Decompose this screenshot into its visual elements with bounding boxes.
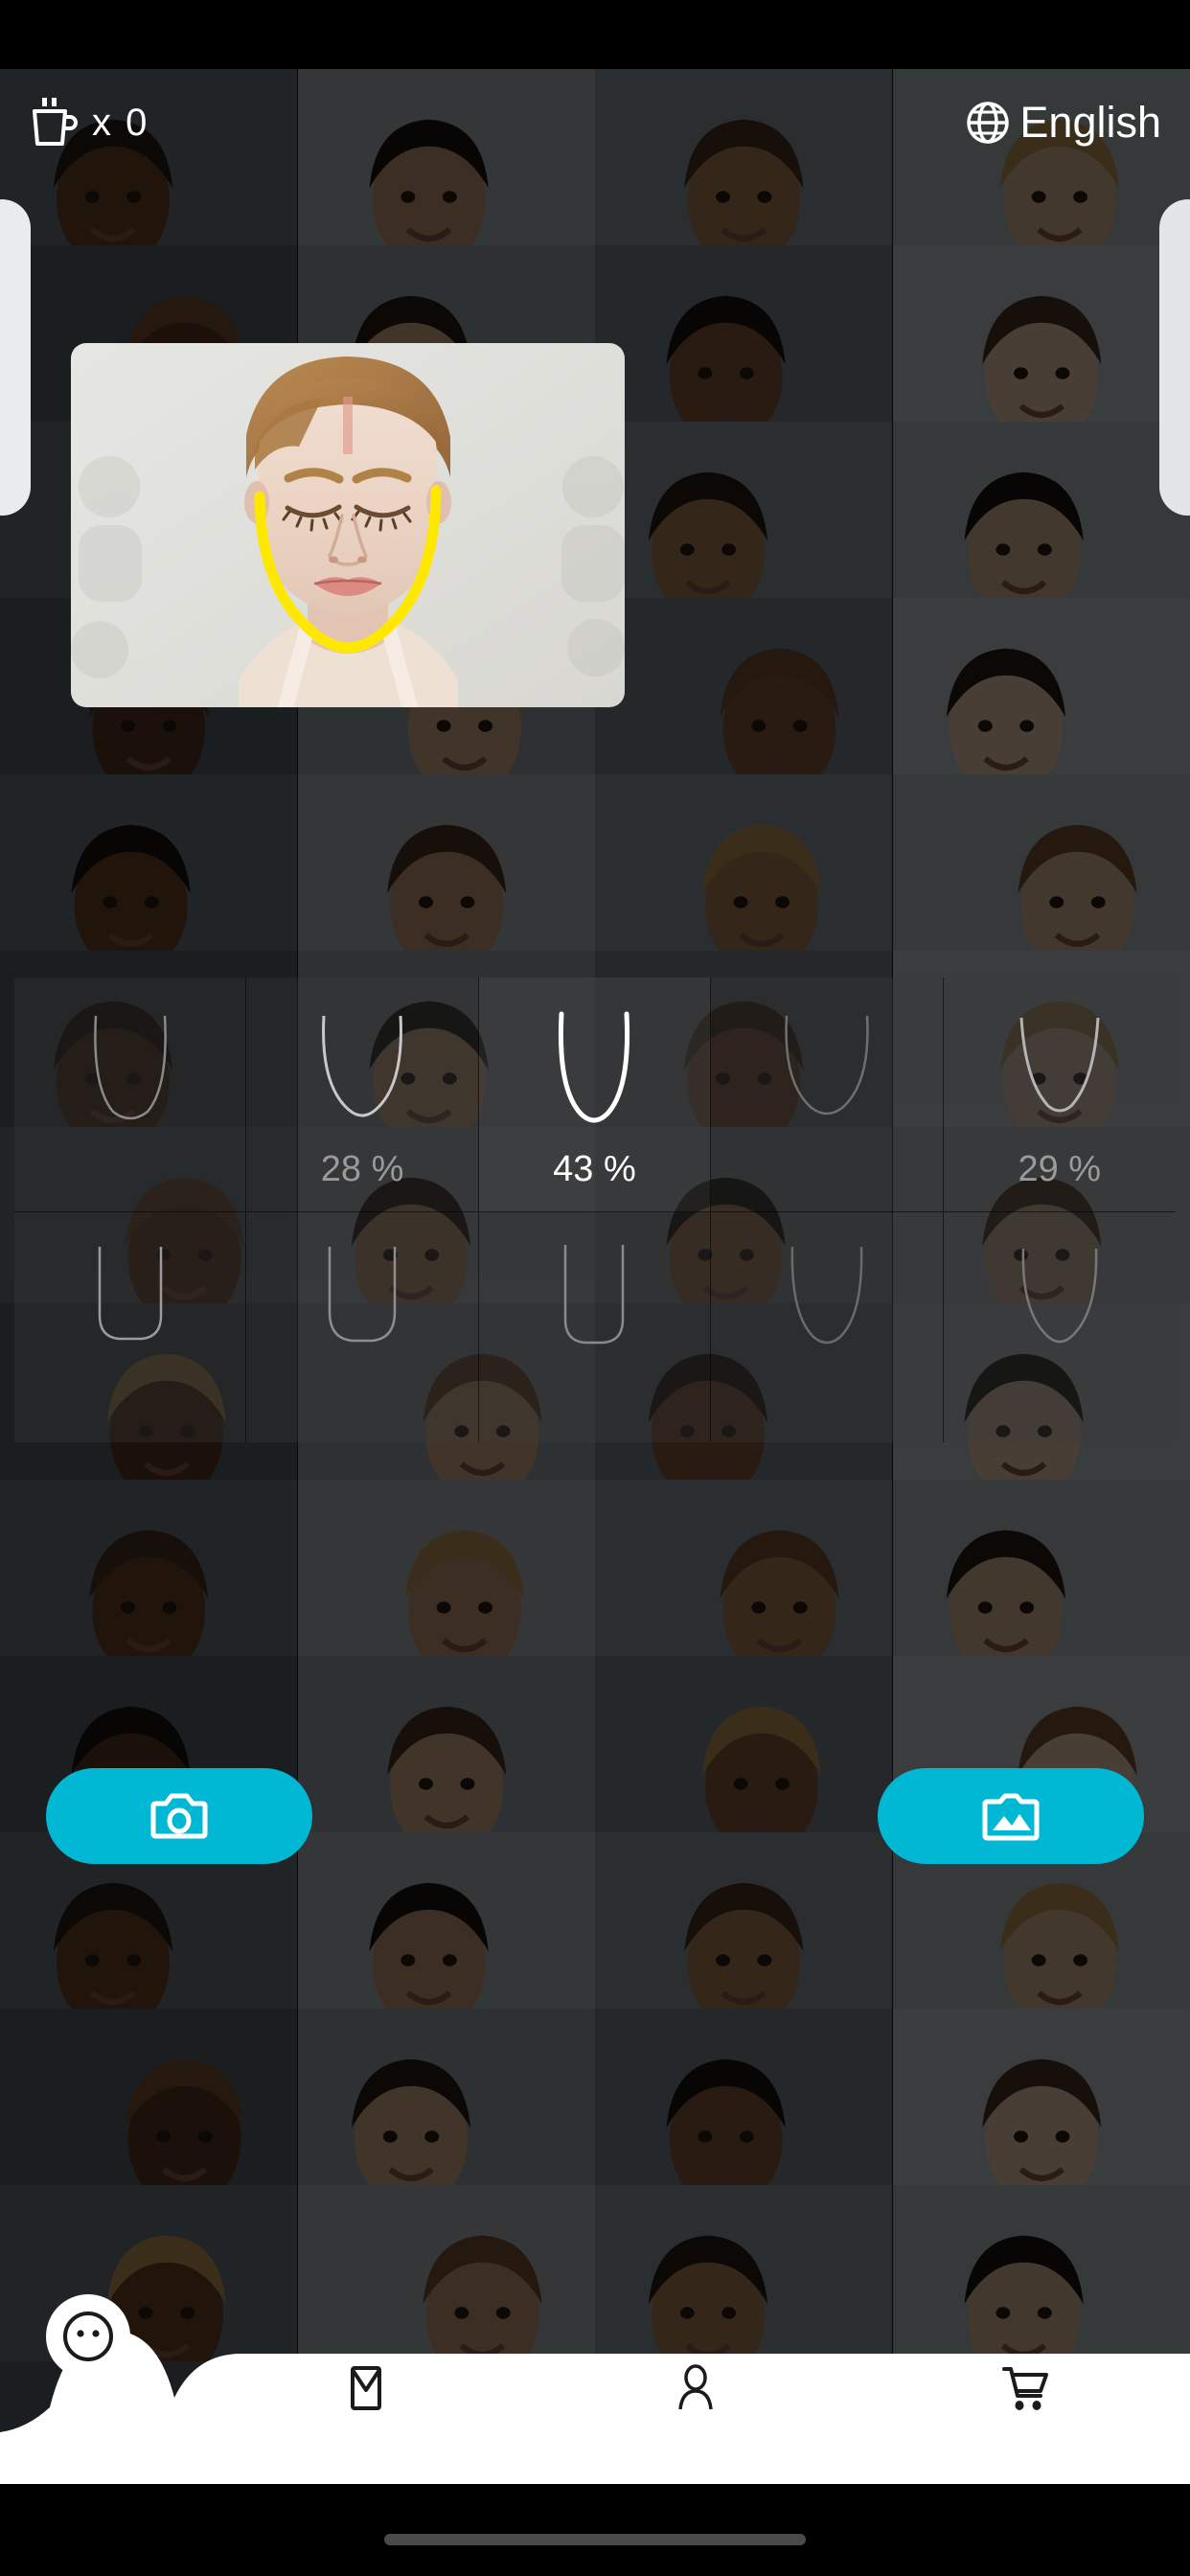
jaw-shape-cell[interactable] xyxy=(14,1212,247,1442)
jaw-shape-percent: 43 % xyxy=(553,1149,636,1189)
coffee-cup-icon xyxy=(29,96,79,150)
carousel-card-right[interactable] xyxy=(1159,199,1190,516)
face-photo-render xyxy=(71,343,625,707)
jaw-shape-heart-icon xyxy=(993,1233,1127,1382)
face-photo-preview[interactable] xyxy=(71,343,625,707)
jaw-shape-square-icon xyxy=(63,1233,197,1382)
action-button-row xyxy=(0,1768,1190,1926)
mail-icon xyxy=(351,2366,381,2410)
home-indicator-bar[interactable] xyxy=(384,2534,806,2545)
app-header: x 0 English xyxy=(0,69,1190,176)
globe-icon xyxy=(966,101,1010,145)
jaw-shape-soft-v-icon xyxy=(993,999,1127,1147)
jaw-shape-cell[interactable] xyxy=(711,978,944,1212)
carousel-card-left[interactable] xyxy=(0,199,31,516)
system-status-bar-top xyxy=(0,0,1190,69)
jaw-shape-percent: 29 % xyxy=(1018,1149,1102,1189)
nav-item-list xyxy=(0,2312,1190,2465)
jaw-shape-cell[interactable]: 29 % xyxy=(943,978,1176,1212)
nav-mail[interactable] xyxy=(201,2312,531,2465)
face-smiley-icon xyxy=(63,2312,113,2361)
jaw-shape-cell[interactable] xyxy=(246,1212,479,1442)
person-icon xyxy=(678,2364,713,2410)
face-scan-fab[interactable] xyxy=(46,2294,130,2379)
jaw-shape-cell-selected[interactable]: 43 % xyxy=(478,978,712,1212)
bottom-navigation-bar xyxy=(0,2294,1190,2484)
jaw-shape-narrow-icon xyxy=(63,999,197,1147)
jaw-shape-oval-icon xyxy=(760,999,894,1147)
cart-icon xyxy=(1002,2367,1048,2410)
gallery-picker-button[interactable] xyxy=(878,1768,1144,1864)
system-status-bar-bottom xyxy=(0,2484,1190,2576)
jaw-shape-cell[interactable] xyxy=(14,978,247,1212)
jaw-shape-tapered-icon xyxy=(760,1233,894,1382)
app-screen: x 0 English 28 % 43 % 29 % xyxy=(0,0,1190,2576)
language-selector[interactable]: English xyxy=(966,98,1161,148)
nav-cart[interactable] xyxy=(860,2312,1190,2465)
photo-carousel[interactable] xyxy=(0,192,1190,707)
camera-capture-button[interactable] xyxy=(46,1768,312,1864)
nav-profile[interactable] xyxy=(531,2312,860,2465)
jaw-shape-grid[interactable]: 28 % 43 % 29 % xyxy=(14,978,1176,1442)
coffee-counter[interactable]: x 0 xyxy=(29,96,149,150)
jaw-shape-round-square-icon xyxy=(295,1233,429,1382)
coffee-count-label: x 0 xyxy=(92,101,149,144)
jaw-shape-rect-icon xyxy=(527,1233,661,1382)
jaw-shape-cell[interactable] xyxy=(943,1212,1176,1442)
jaw-shape-cell[interactable] xyxy=(478,1212,712,1442)
jaw-shape-percent: 28 % xyxy=(320,1149,404,1189)
jaw-shape-u-wide-icon xyxy=(295,999,429,1147)
gallery-image-icon xyxy=(982,1793,1040,1841)
camera-icon xyxy=(150,1793,208,1839)
jaw-shape-cell[interactable]: 28 % xyxy=(246,978,479,1212)
jaw-shape-cell[interactable] xyxy=(711,1212,944,1442)
language-label: English xyxy=(1019,98,1161,147)
jaw-shape-u-deep-icon xyxy=(527,999,661,1147)
